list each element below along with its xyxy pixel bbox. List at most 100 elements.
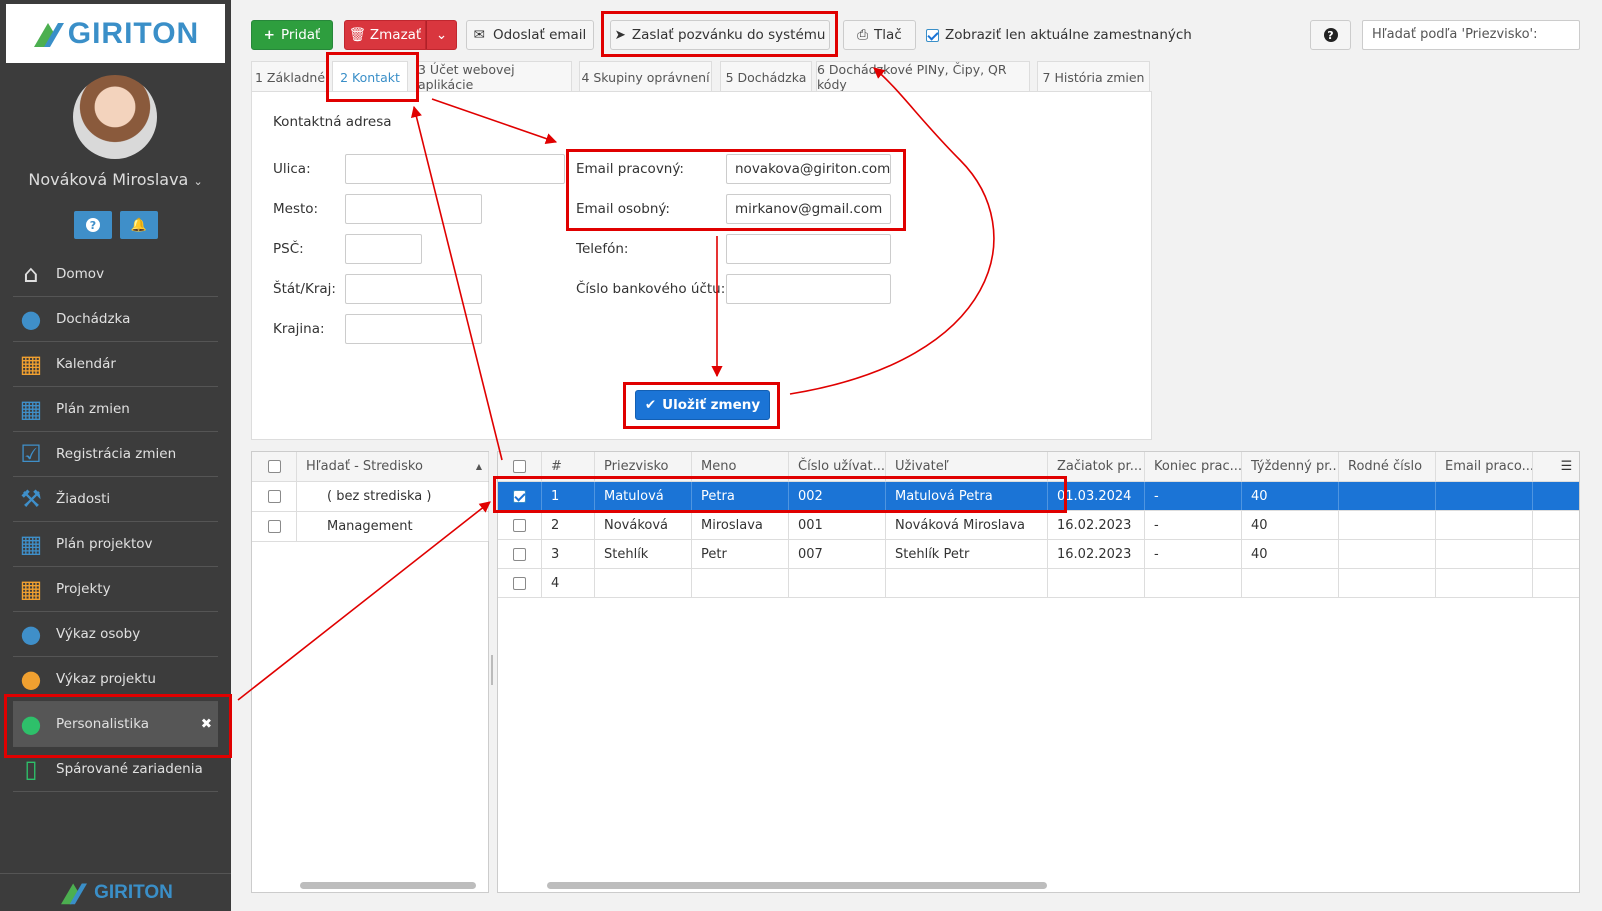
- app-logo[interactable]: GIRITON: [6, 4, 225, 63]
- calendar-grid-icon: ▦: [19, 530, 43, 558]
- group-icon: ●: [20, 665, 42, 693]
- send-invite-button[interactable]: ➤ Zaslať pozvánku do systému: [610, 20, 830, 50]
- table-row[interactable]: 3 Stehlík Petr 007 Stehlík Petr 16.02.2023-40: [498, 540, 1579, 569]
- select-all-checkbox[interactable]: [513, 460, 526, 473]
- column-header[interactable]: Uživateľ: [886, 452, 1048, 481]
- table-cell: Stehlík Petr: [886, 540, 1048, 568]
- row-checkbox[interactable]: [513, 489, 526, 503]
- sidebar-item-7[interactable]: ▦ Plán projektov: [13, 522, 218, 567]
- sidebar-item-label: Výkaz projektu: [56, 671, 156, 687]
- table-cell: [1339, 569, 1436, 597]
- column-header[interactable]: Email praco...: [1436, 452, 1533, 481]
- center-search-header[interactable]: Hľadať - Stredisko ▲: [297, 452, 489, 481]
- table-cell: [1436, 511, 1533, 539]
- horizontal-scrollbar[interactable]: [300, 882, 476, 889]
- person-icon: ●: [20, 620, 42, 648]
- delete-dropdown-button[interactable]: ⌄: [426, 20, 457, 50]
- state-input[interactable]: [345, 274, 482, 304]
- check-icon: ✔: [644, 397, 657, 413]
- zip-input[interactable]: [345, 234, 422, 264]
- bank-account-input[interactable]: [726, 274, 891, 304]
- delete-button[interactable]: 🗑 Zmazať: [344, 20, 426, 50]
- main-menu: ⌂ Domov ● Dochádzka ▦ Kalendár ▦ Plán zmien ☑ Reg…: [13, 252, 218, 792]
- only-current-checkbox[interactable]: [926, 28, 939, 42]
- search-input[interactable]: Hľadať podľa 'Priezvisko':: [1362, 20, 1580, 50]
- section-title: Kontaktná adresa: [273, 114, 392, 130]
- send-email-button[interactable]: ✉ Odoslať email: [466, 20, 594, 50]
- sidebar-item-5[interactable]: ☑ Registrácia zmien: [13, 432, 218, 477]
- sidebar-item-4[interactable]: ▦ Plán zmien: [13, 387, 218, 432]
- city-label: Mesto:: [273, 201, 319, 217]
- splitter-handle[interactable]: [491, 655, 493, 685]
- sidebar-item-3[interactable]: ▦ Kalendár: [13, 342, 218, 387]
- print-button[interactable]: ⎙ Tlač: [843, 20, 916, 50]
- column-header[interactable]: Začiatok pr...: [1048, 452, 1145, 481]
- tab-basic[interactable]: 1 Základné: [251, 61, 329, 92]
- column-header[interactable]: Koniec prac....: [1145, 452, 1242, 481]
- help-button-toolbar[interactable]: ?: [1310, 20, 1351, 50]
- table-cell: 001: [789, 511, 886, 539]
- select-all-centers-checkbox[interactable]: [267, 460, 281, 473]
- column-header[interactable]: Priezvisko: [595, 452, 692, 481]
- country-input[interactable]: [345, 314, 482, 344]
- standing-person-icon: ●: [20, 710, 42, 738]
- home-icon: ⌂: [23, 260, 39, 288]
- row-checkbox[interactable]: [513, 518, 526, 532]
- add-button[interactable]: + Pridať: [251, 20, 333, 50]
- close-icon[interactable]: ✖: [201, 716, 212, 732]
- user-menu[interactable]: Nováková Miroslava ⌄: [0, 170, 231, 189]
- tab-contact[interactable]: 2 Kontakt: [332, 61, 408, 93]
- table-cell: -: [1145, 511, 1242, 539]
- tab-pins-chips-qr[interactable]: 6 Dochádzkové PINy, Čipy, QR kódy: [816, 61, 1030, 92]
- street-input[interactable]: [345, 154, 565, 184]
- column-header[interactable]: Týždenný pr...: [1242, 452, 1339, 481]
- phone-input[interactable]: [726, 234, 891, 264]
- table-cell: [1048, 569, 1145, 597]
- row-checkbox[interactable]: [267, 490, 281, 503]
- sidebar-item-8[interactable]: ▦ Projekty: [13, 567, 218, 612]
- only-current-filter[interactable]: Zobraziť len aktuálne zamestnaných: [926, 27, 1192, 43]
- sidebar-item-12[interactable]: ▯ Spárované zariadenia: [13, 747, 218, 792]
- city-input[interactable]: [345, 194, 482, 224]
- tab-history[interactable]: 7 História zmien: [1037, 61, 1150, 92]
- list-item[interactable]: Management: [252, 512, 489, 542]
- sidebar-item-1[interactable]: ⌂ Domov: [13, 252, 218, 297]
- tab-web-account[interactable]: 3 Účet webovej aplikácie: [417, 61, 572, 92]
- calendar-check-icon: ☑: [20, 440, 42, 468]
- sort-asc-icon[interactable]: ▲: [476, 462, 482, 471]
- tab-attendance[interactable]: 5 Dochádzka: [720, 61, 812, 92]
- list-item[interactable]: ( bez strediska ): [252, 482, 489, 512]
- table-cell: [595, 569, 692, 597]
- personal-email-input[interactable]: mirkanov@gmail.com: [726, 194, 891, 224]
- column-header[interactable]: Číslo užívat...: [789, 452, 886, 481]
- table-cell: -: [1145, 540, 1242, 568]
- sidebar-item-label: Dochádzka: [56, 311, 131, 327]
- sidebar-item-10[interactable]: ● Výkaz projektu: [13, 657, 218, 702]
- table-cell: 2: [542, 511, 595, 539]
- table-row[interactable]: 4: [498, 569, 1579, 598]
- avatar[interactable]: [73, 75, 157, 159]
- row-checkbox[interactable]: [513, 547, 526, 561]
- save-button[interactable]: ✔ Uložiť zmeny: [635, 390, 770, 420]
- column-menu-icon[interactable]: ☰: [1552, 452, 1581, 481]
- tab-permission-groups[interactable]: 4 Skupiny oprávnení: [579, 61, 712, 92]
- column-header[interactable]: #: [542, 452, 595, 481]
- row-checkbox[interactable]: [513, 576, 526, 590]
- help-button[interactable]: ?: [74, 211, 112, 239]
- column-header[interactable]: Rodné číslo: [1339, 452, 1436, 481]
- row-checkbox[interactable]: [267, 520, 281, 533]
- giriton-logo-icon: [61, 882, 88, 904]
- notifications-button[interactable]: 🔔: [120, 211, 158, 239]
- table-cell: [1339, 511, 1436, 539]
- person-icon: ●: [20, 305, 42, 333]
- sidebar-item-2[interactable]: ● Dochádzka: [13, 297, 218, 342]
- sidebar-item-9[interactable]: ● Výkaz osoby: [13, 612, 218, 657]
- sidebar-item-11[interactable]: ● Personalistika ✖: [13, 702, 218, 747]
- table-row[interactable]: 1 Matulová Petra 002 Matulová Petra 01.03.202…: [498, 482, 1579, 511]
- sidebar-item-6[interactable]: ⚒ Žiadosti: [13, 477, 218, 522]
- table-row[interactable]: 2 Nováková Miroslava 001 Nováková Miroslava 1…: [498, 511, 1579, 540]
- work-email-input[interactable]: novakova@giriton.com: [726, 154, 891, 184]
- column-header[interactable]: Meno: [692, 452, 789, 481]
- horizontal-scrollbar[interactable]: [547, 882, 1047, 889]
- employee-grid: # Priezvisko Meno Číslo užívat... Uživateľ Za…: [497, 451, 1580, 893]
